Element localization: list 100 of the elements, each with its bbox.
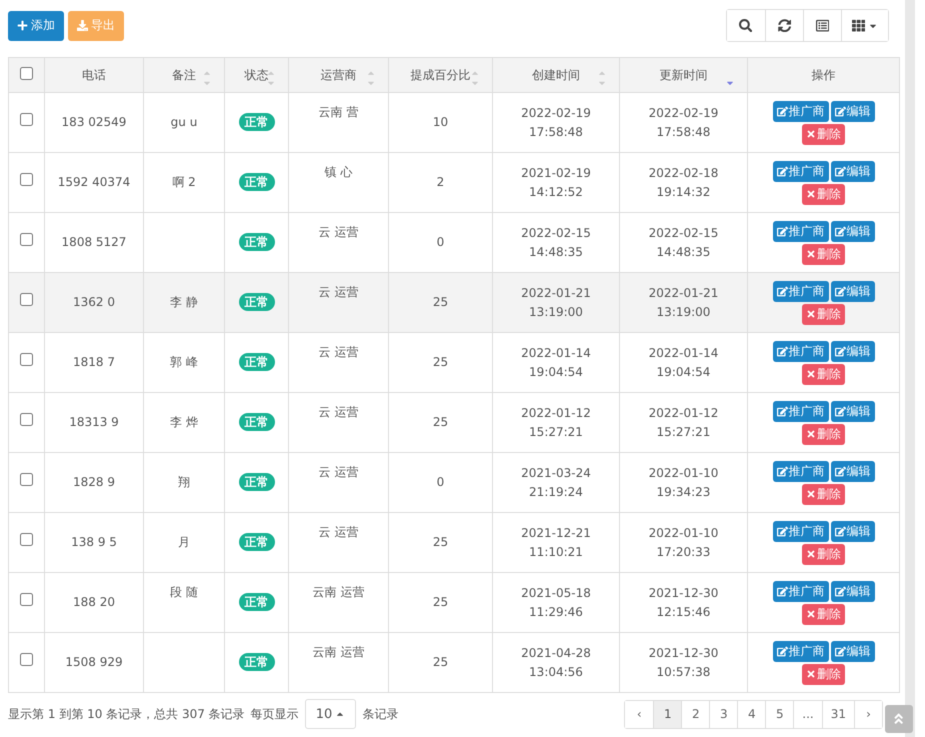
delete-button[interactable]: 删除 — [802, 364, 845, 384]
remark-text: 郭 峰 — [170, 355, 198, 369]
delete-button[interactable]: 删除 — [802, 544, 845, 564]
promoter-button[interactable]: 推广商 — [772, 580, 828, 602]
operator-text: 云 运营 — [318, 345, 358, 359]
created-time: 2022-01-14 19:04:54 — [521, 346, 591, 378]
promoter-button[interactable]: 推广商 — [772, 280, 828, 302]
status-badge: 正常 — [238, 173, 274, 191]
columns-button[interactable] — [840, 10, 888, 41]
delete-button[interactable]: 删除 — [802, 664, 845, 684]
promoter-button[interactable]: 推广商 — [772, 340, 828, 362]
operator-text: 云 运营 — [318, 225, 358, 239]
remark-text: 月 — [178, 535, 190, 549]
promoter-button[interactable]: 推广商 — [772, 520, 828, 542]
updated-time: 2021-12-30 10:57:38 — [648, 646, 718, 678]
phone-text: 1508 929 — [65, 655, 123, 669]
close-icon — [806, 369, 816, 379]
promoter-button[interactable]: 推广商 — [772, 640, 828, 662]
edit-button[interactable]: 编辑 — [830, 340, 874, 362]
operator-text: 云 运营 — [318, 465, 358, 479]
page-size-select[interactable]: 10 — [304, 699, 356, 729]
edit-button[interactable]: 编辑 — [830, 460, 874, 482]
edit-button[interactable]: 编辑 — [830, 640, 874, 662]
edit-icon — [776, 166, 788, 176]
remark-text: gu u — [170, 115, 198, 129]
remark-text: 段 随 — [170, 585, 198, 599]
updated-time: 2022-02-15 14:48:35 — [648, 226, 718, 258]
created-time: 2022-02-19 17:58:48 — [521, 106, 591, 138]
select-all-checkbox[interactable] — [20, 67, 33, 80]
delete-button[interactable]: 删除 — [802, 604, 845, 624]
search-icon — [739, 18, 752, 32]
status-badge: 正常 — [238, 293, 274, 311]
row-checkbox[interactable] — [20, 533, 33, 546]
row-checkbox[interactable] — [20, 653, 33, 666]
edit-icon — [834, 226, 846, 236]
edit-icon — [776, 646, 788, 656]
column-header[interactable]: 更新时间 — [660, 68, 708, 82]
delete-button[interactable]: 删除 — [802, 244, 845, 264]
download-icon — [77, 20, 88, 31]
promoter-button[interactable]: 推广商 — [772, 460, 828, 482]
promoter-button[interactable]: 推广商 — [772, 160, 828, 182]
delete-button[interactable]: 删除 — [802, 304, 845, 324]
edit-icon — [834, 346, 846, 356]
edit-icon — [776, 466, 788, 476]
close-icon — [806, 309, 816, 319]
edit-button[interactable]: 编辑 — [830, 580, 874, 602]
edit-button[interactable]: 编辑 — [830, 400, 874, 422]
percent-text: 25 — [432, 415, 448, 429]
column-header[interactable]: 创建时间 — [532, 68, 580, 82]
operator-text: 云南 营 — [318, 105, 358, 119]
delete-button[interactable]: 删除 — [802, 124, 845, 144]
column-header[interactable]: 运营商 — [320, 68, 356, 82]
column-header[interactable]: 备注 — [172, 68, 196, 82]
created-time: 2022-01-12 15:27:21 — [521, 406, 591, 438]
status-badge: 正常 — [238, 533, 274, 551]
updated-time: 2021-12-30 12:15:46 — [648, 586, 718, 618]
row-checkbox[interactable] — [20, 413, 33, 426]
row-checkbox[interactable] — [20, 233, 33, 246]
page-button[interactable]: › — [854, 700, 882, 728]
close-icon — [806, 429, 816, 439]
operator-text: 云 运营 — [318, 525, 358, 539]
edit-button[interactable]: 编辑 — [830, 520, 874, 542]
row-checkbox[interactable] — [20, 113, 33, 126]
status-badge: 正常 — [238, 653, 274, 671]
promoter-button[interactable]: 推广商 — [772, 100, 828, 122]
edit-button[interactable]: 编辑 — [830, 160, 874, 182]
phone-text: 188 20 — [73, 595, 115, 609]
close-icon — [806, 489, 816, 499]
row-checkbox[interactable] — [20, 293, 33, 306]
page-button[interactable]: 1 — [653, 700, 682, 728]
edit-button[interactable]: 编辑 — [830, 100, 874, 122]
percent-text: 0 — [436, 235, 444, 249]
delete-button[interactable]: 删除 — [802, 424, 845, 444]
add-button[interactable]: 添加 — [8, 10, 64, 40]
edit-icon — [834, 526, 846, 536]
row-checkbox[interactable] — [20, 473, 33, 486]
phone-text: 1592 40374 — [58, 175, 130, 189]
phone-text: 138 9 5 — [71, 535, 117, 549]
edit-button[interactable]: 编辑 — [830, 280, 874, 302]
percent-text: 25 — [432, 295, 448, 309]
promoter-button[interactable]: 推广商 — [772, 220, 828, 242]
column-header[interactable]: 状态 — [244, 68, 268, 82]
edit-icon — [776, 406, 788, 416]
operator-text: 云 运营 — [318, 405, 358, 419]
edit-button[interactable]: 编辑 — [830, 220, 874, 242]
edit-icon — [834, 166, 846, 176]
row-checkbox[interactable] — [20, 593, 33, 606]
updated-time: 2022-01-10 17:20:33 — [648, 526, 718, 558]
row-checkbox[interactable] — [20, 353, 33, 366]
percent-text: 25 — [432, 535, 448, 549]
updated-time: 2022-02-19 17:58:48 — [648, 106, 718, 138]
created-time: 2021-02-19 14:12:52 — [521, 166, 591, 198]
delete-button[interactable]: 删除 — [802, 184, 845, 204]
edit-icon — [834, 406, 846, 416]
row-checkbox[interactable] — [20, 173, 33, 186]
column-header: 操作 — [812, 68, 836, 82]
percent-text: 25 — [432, 655, 448, 669]
promoter-button[interactable]: 推广商 — [772, 400, 828, 422]
delete-button[interactable]: 删除 — [802, 484, 845, 504]
status-badge: 正常 — [238, 113, 274, 131]
